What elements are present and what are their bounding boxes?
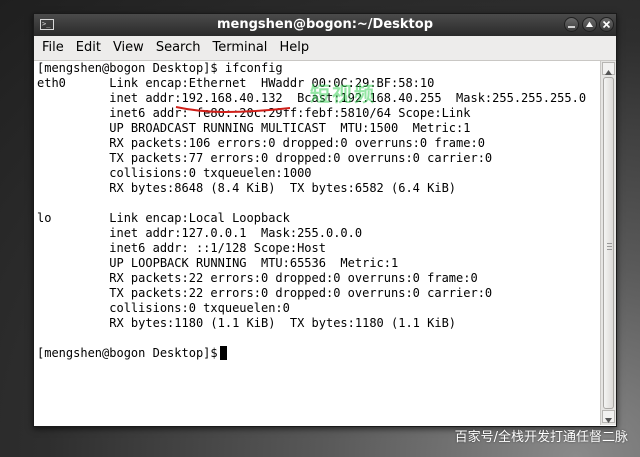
terminal-line: inet6 addr: ::1/128 Scope:Host <box>37 241 326 255</box>
arrow-down-icon <box>605 418 612 423</box>
terminal-line: RX packets:106 errors:0 dropped:0 overru… <box>37 136 485 150</box>
menu-search[interactable]: Search <box>150 36 207 60</box>
scroll-thumb[interactable] <box>603 77 614 409</box>
terminal-line: [mengshen@bogon Desktop]$ ifconfig <box>37 61 283 75</box>
red-underline-annotation <box>175 106 291 114</box>
terminal-output[interactable]: [mengshen@bogon Desktop]$ ifconfig eth0 … <box>34 61 600 425</box>
terminal-line: UP LOOPBACK RUNNING MTU:65536 Metric:1 <box>37 256 399 270</box>
terminal-line: lo Link encap:Local Loopback <box>37 211 290 225</box>
terminal-prompt: [mengshen@bogon Desktop]$ <box>37 346 225 360</box>
menu-help[interactable]: Help <box>273 36 315 60</box>
terminal-line: RX packets:22 errors:0 dropped:0 overrun… <box>37 271 478 285</box>
text-cursor <box>220 346 227 360</box>
maximize-button[interactable] <box>582 17 597 32</box>
terminal-line: TX packets:77 errors:0 dropped:0 overrun… <box>37 151 493 165</box>
close-icon <box>602 20 611 29</box>
menu-view[interactable]: View <box>107 36 150 60</box>
thumb-grip <box>607 246 612 247</box>
maximize-icon <box>586 21 593 27</box>
minimize-button[interactable] <box>564 17 579 32</box>
scroll-down-button[interactable] <box>602 410 615 423</box>
vertical-scrollbar[interactable] <box>600 61 616 425</box>
window-title: mengshen@bogon:~/Desktop <box>217 17 433 32</box>
terminal-line: TX packets:22 errors:0 dropped:0 overrun… <box>37 286 493 300</box>
title-bar[interactable]: >_ mengshen@bogon:~/Desktop <box>34 14 616 36</box>
terminal-line: inet addr:127.0.0.1 Mask:255.0.0.0 <box>37 226 363 240</box>
menu-edit[interactable]: Edit <box>70 36 107 60</box>
thumb-grip <box>607 243 612 244</box>
close-button[interactable] <box>599 17 614 32</box>
scroll-up-button[interactable] <box>602 62 615 75</box>
terminal-line: RX bytes:8648 (8.4 KiB) TX bytes:6582 (6… <box>37 181 457 195</box>
source-watermark: 百家号/全栈开发打通任督二脉 <box>454 430 628 445</box>
terminal-line: collisions:0 txqueuelen:0 <box>37 301 290 315</box>
terminal-line: UP BROADCAST RUNNING MULTICAST MTU:1500 … <box>37 121 471 135</box>
thumb-grip <box>607 249 612 250</box>
terminal-line: RX bytes:1180 (1.1 KiB) TX bytes:1180 (1… <box>37 316 457 330</box>
terminal-window: >_ mengshen@bogon:~/Desktop File Edit View… <box>33 13 617 427</box>
minimize-icon <box>568 26 575 28</box>
menu-bar: File Edit View Search Terminal Help <box>34 36 616 61</box>
overlay-watermark: 短视频 <box>310 82 376 106</box>
menu-file[interactable]: File <box>34 36 70 60</box>
menu-terminal[interactable]: Terminal <box>206 36 273 60</box>
terminal-line: collisions:0 txqueuelen:1000 <box>37 166 312 180</box>
